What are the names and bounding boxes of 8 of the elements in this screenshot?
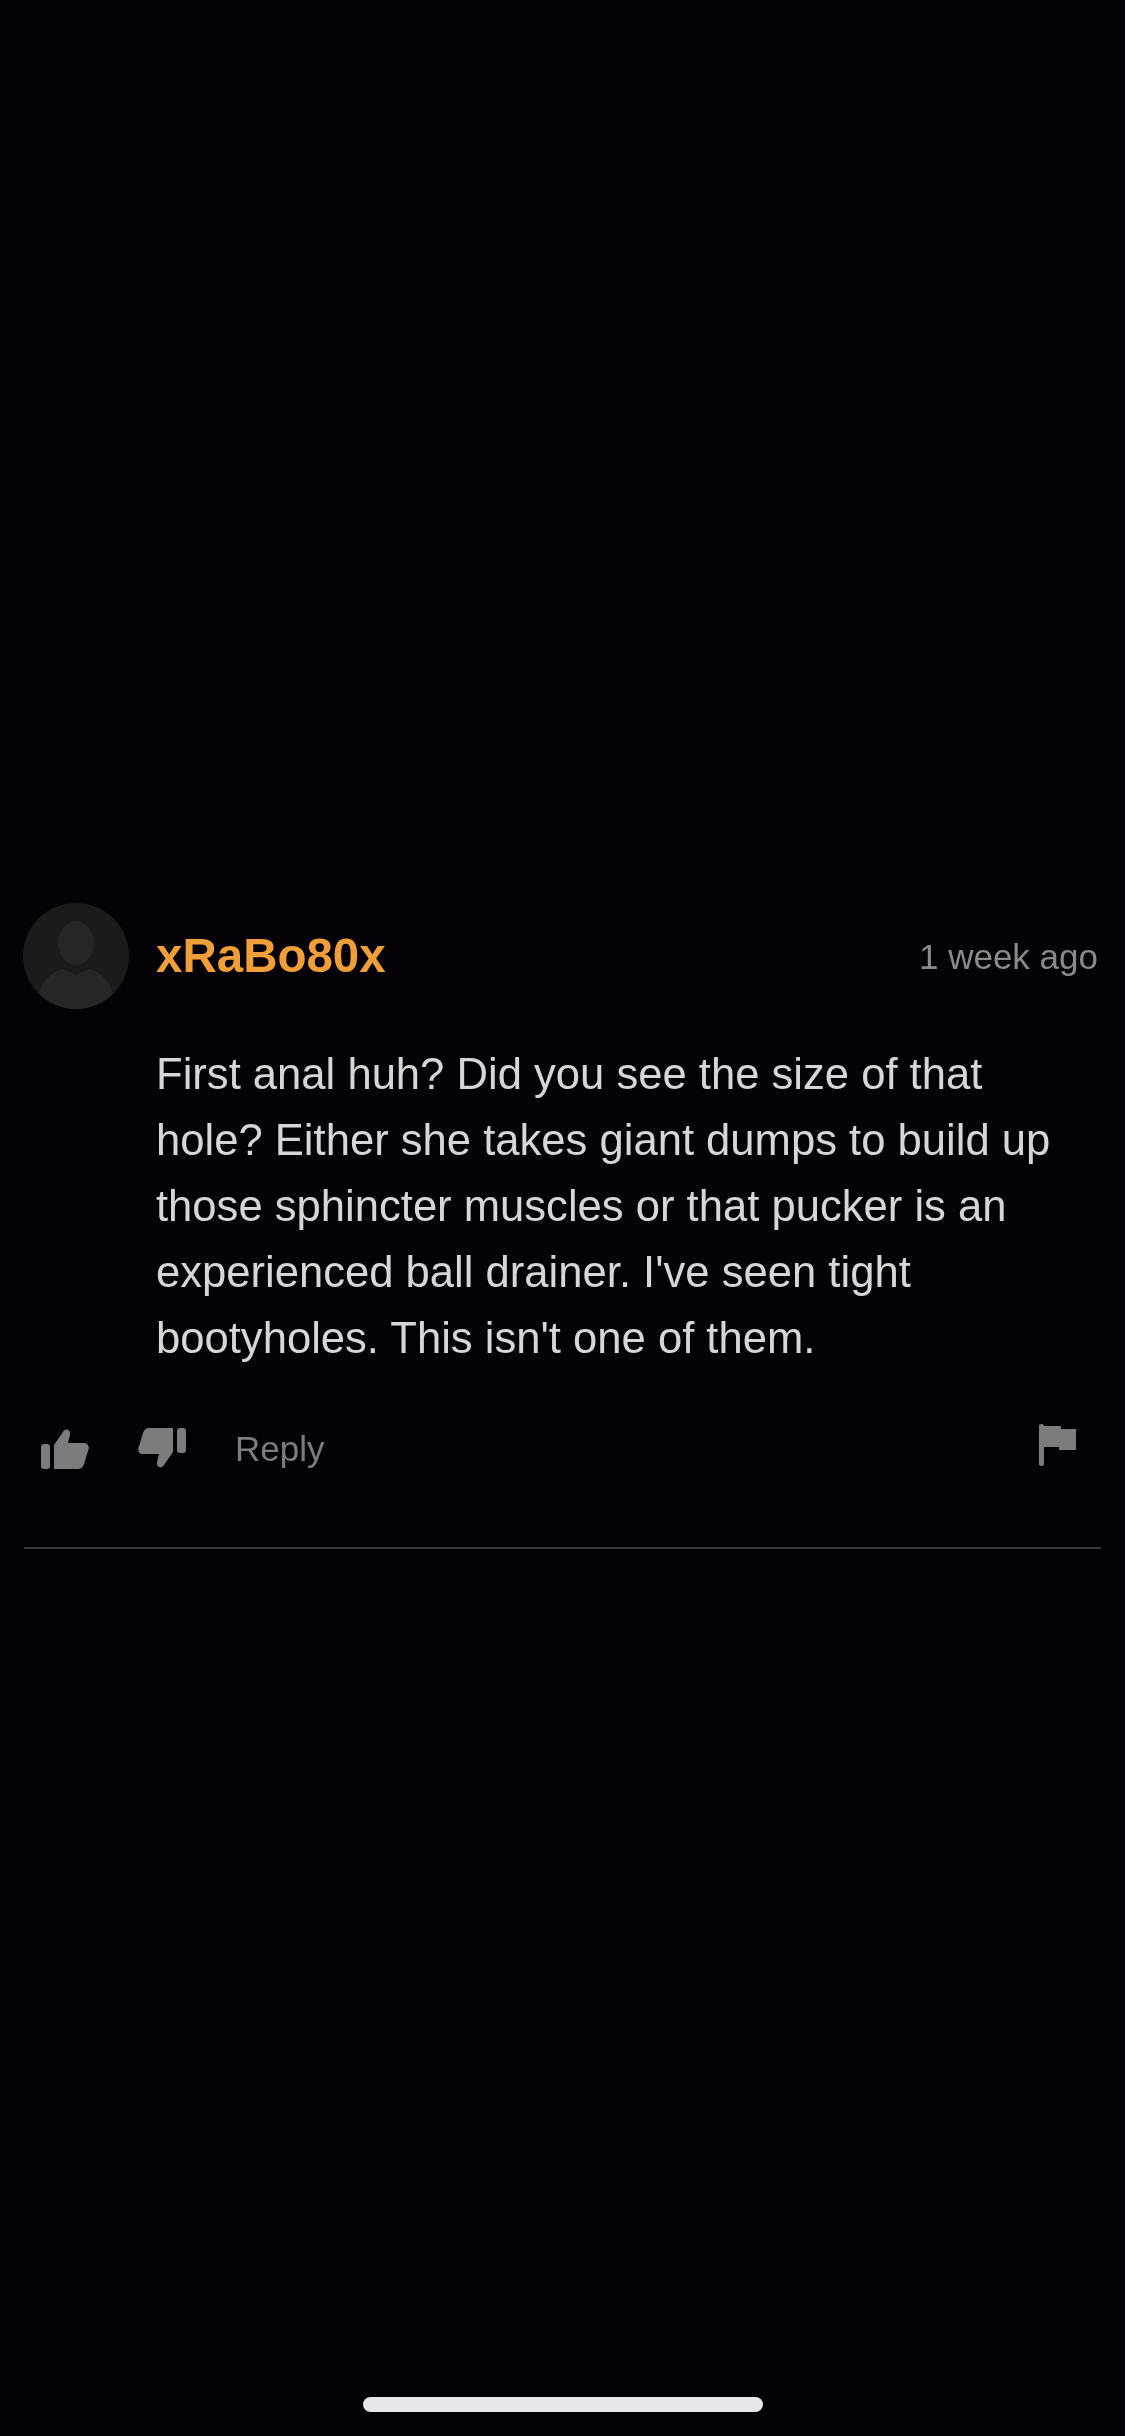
username[interactable]: xRaBo80x (156, 932, 386, 980)
reply-button[interactable]: Reply (235, 1431, 325, 1466)
avatar-icon (23, 903, 129, 1009)
timestamp: 1 week ago (918, 938, 1098, 974)
comment-text: First anal huh? Did you see the size of that hole? Either she takes giant dumps to build up those sphincter muscles or that pucker is an experienced ball drainer. I've seen tight bootyholes. This isn't one of them. (156, 1049, 1052, 1364)
thumbs-up-icon[interactable] (41, 1428, 89, 1469)
flag-icon[interactable] (1039, 1423, 1076, 1466)
thumbs-down-icon[interactable] (138, 1428, 186, 1469)
